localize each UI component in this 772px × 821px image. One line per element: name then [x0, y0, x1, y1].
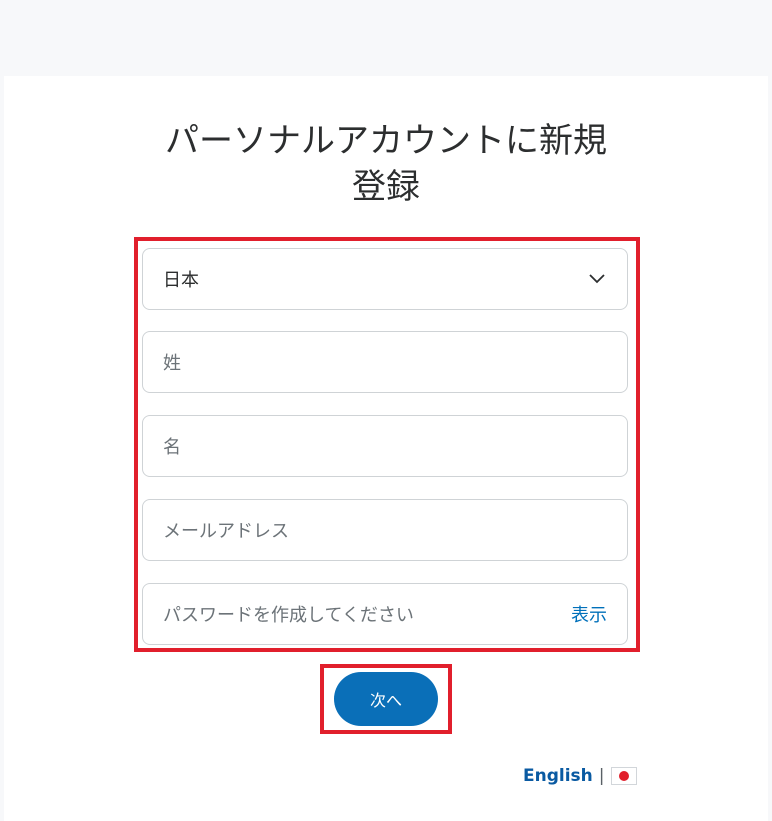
- first-name-placeholder: 名: [163, 437, 181, 458]
- password-placeholder: パスワードを作成してください: [163, 605, 414, 626]
- password-field[interactable]: パスワードを作成してください 表示: [142, 583, 628, 645]
- flag-red-dot: [618, 771, 629, 781]
- english-language-link[interactable]: English: [523, 766, 593, 786]
- country-value: 日本: [163, 270, 199, 291]
- country-select[interactable]: 日本: [142, 248, 628, 310]
- next-button[interactable]: 次へ: [334, 672, 438, 726]
- email-field[interactable]: メールアドレス: [142, 499, 628, 561]
- first-name-field[interactable]: 名: [142, 415, 628, 477]
- page-title: パーソナルアカウントに新規登録: [165, 121, 607, 207]
- language-separator: |: [598, 766, 605, 786]
- page-background: [0, 0, 772, 76]
- show-password-link[interactable]: 表示: [571, 601, 607, 627]
- last-name-field[interactable]: 姓: [142, 331, 628, 393]
- chevron-down-icon: [587, 269, 607, 289]
- email-placeholder: メールアドレス: [163, 521, 289, 542]
- last-name-placeholder: 姓: [163, 353, 181, 374]
- japan-flag-icon[interactable]: [610, 767, 637, 785]
- language-switcher: English |: [523, 766, 637, 786]
